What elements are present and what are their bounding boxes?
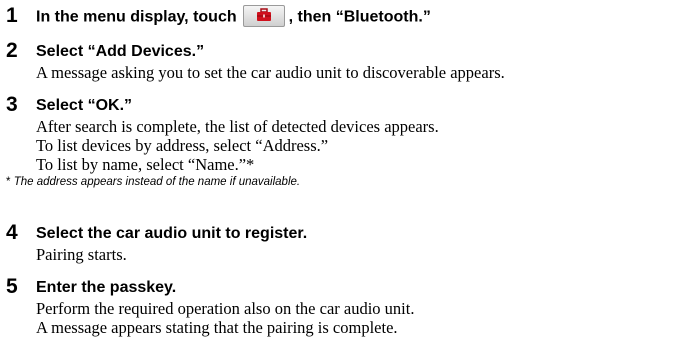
- footnote-marker: *: [6, 176, 11, 188]
- heading-text: In the menu display, touch: [36, 8, 237, 26]
- step-line: Perform the required operation also on t…: [36, 299, 415, 318]
- step-line: A message appears stating that the pairi…: [36, 318, 398, 337]
- step-line: Pairing starts.: [36, 245, 127, 264]
- step-body: A message asking you to set the car audi…: [36, 63, 505, 82]
- step-heading: Enter the passkey.: [36, 279, 177, 296]
- step-line: To list by name, select “Name.”*: [36, 155, 255, 174]
- heading-text-end: , then “Bluetooth.”: [288, 8, 431, 26]
- step-heading: Select the car audio unit to register.: [36, 225, 308, 242]
- step-heading: In the menu display, touch , then “Bluet…: [36, 5, 431, 27]
- footnote-text: The address appears instead of the name …: [13, 176, 301, 188]
- step-number: 2: [6, 39, 18, 62]
- step-number: 5: [6, 275, 18, 298]
- step-number: 3: [6, 93, 18, 116]
- step-body: Pairing starts.: [36, 245, 127, 264]
- footnote: * The address appears instead of the nam…: [6, 174, 439, 191]
- toolbox-icon: [256, 8, 271, 21]
- toolbox-button[interactable]: [242, 5, 285, 27]
- step-heading: Select “Add Devices.”: [36, 43, 205, 60]
- step-line: To list devices by address, select “Addr…: [36, 136, 329, 155]
- step-line: A message asking you to set the car audi…: [36, 63, 505, 82]
- step-number: 4: [6, 221, 18, 244]
- step-heading: Select “OK.”: [36, 97, 133, 114]
- step-number: 1: [6, 4, 18, 27]
- step-line: After search is complete, the list of de…: [36, 117, 439, 136]
- step-body: Perform the required operation also on t…: [36, 299, 414, 337]
- step-body: After search is complete, the list of de…: [6, 117, 439, 191]
